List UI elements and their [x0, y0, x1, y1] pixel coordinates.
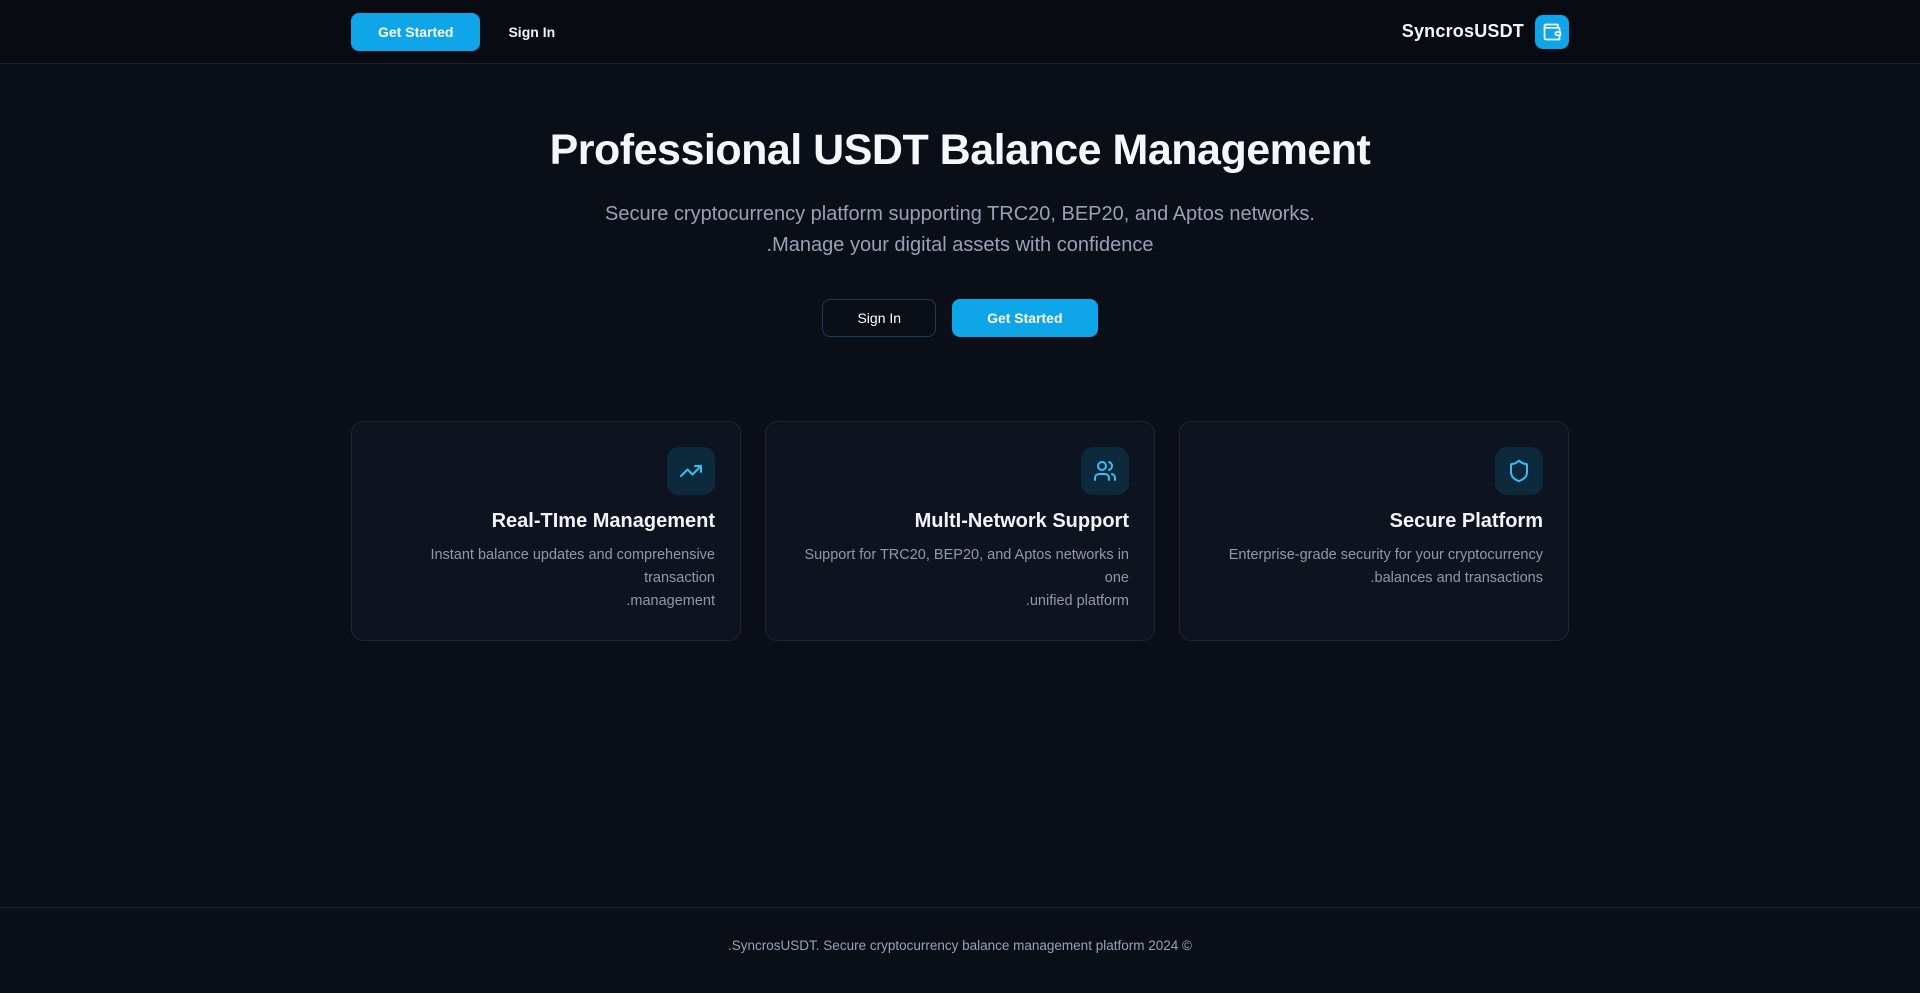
feature-cards: Real-TIme Management Instant balance upd… — [351, 421, 1569, 641]
feature-description: Instant balance updates and comprehensiv… — [377, 544, 715, 613]
shield-icon — [1495, 447, 1543, 495]
footer: © 2024 SyncrosUSDT. Secure cryptocurrenc… — [0, 907, 1920, 993]
brand[interactable]: SyncrosUSDT — [1402, 15, 1569, 49]
feature-title: MultI-Network Support — [791, 510, 1129, 533]
main-content: Professional USDT Balance Management Sec… — [0, 64, 1920, 907]
feature-card-realtime: Real-TIme Management Instant balance upd… — [351, 421, 741, 641]
feature-description-line1: Instant balance updates and comprehensiv… — [377, 544, 715, 590]
nav-sign-in-link[interactable]: Sign In — [508, 24, 555, 40]
feature-description: Enterprise-grade security for your crypt… — [1205, 544, 1543, 590]
navbar: Get Started Sign In SyncrosUSDT — [0, 0, 1920, 64]
nav-get-started-button[interactable]: Get Started — [351, 13, 480, 51]
feature-card-multinetwork: MultI-Network Support Support for TRC20,… — [765, 421, 1155, 641]
users-icon — [1081, 447, 1129, 495]
feature-description-line2: management. — [377, 590, 715, 613]
page-title: Professional USDT Balance Management — [0, 126, 1920, 175]
feature-description: Support for TRC20, BEP20, and Aptos netw… — [791, 544, 1129, 613]
hero-subtitle-line1: Secure cryptocurrency platform supportin… — [0, 199, 1920, 230]
feature-title: Real-TIme Management — [377, 510, 715, 533]
hero-sign-in-button[interactable]: Sign In — [822, 299, 936, 337]
feature-description-line2: balances and transactions. — [1205, 567, 1543, 590]
hero-section: Professional USDT Balance Management Sec… — [0, 64, 1920, 337]
brand-name: SyncrosUSDT — [1402, 21, 1524, 42]
feature-title: Secure Platform — [1205, 510, 1543, 533]
feature-description-line1: Support for TRC20, BEP20, and Aptos netw… — [791, 544, 1129, 590]
hero-get-started-button[interactable]: Get Started — [952, 299, 1097, 337]
feature-description-line2: unified platform. — [791, 590, 1129, 613]
navbar-actions: Get Started Sign In — [351, 13, 555, 51]
feature-description-line1: Enterprise-grade security for your crypt… — [1205, 544, 1543, 567]
footer-text: © 2024 SyncrosUSDT. Secure cryptocurrenc… — [0, 938, 1920, 953]
trending-up-icon — [667, 447, 715, 495]
feature-card-secure: Secure Platform Enterprise-grade securit… — [1179, 421, 1569, 641]
hero-subtitle: Secure cryptocurrency platform supportin… — [0, 199, 1920, 261]
hero-subtitle-line2: Manage your digital assets with confiden… — [0, 230, 1920, 261]
hero-actions: Sign In Get Started — [0, 299, 1920, 337]
wallet-icon — [1535, 15, 1569, 49]
